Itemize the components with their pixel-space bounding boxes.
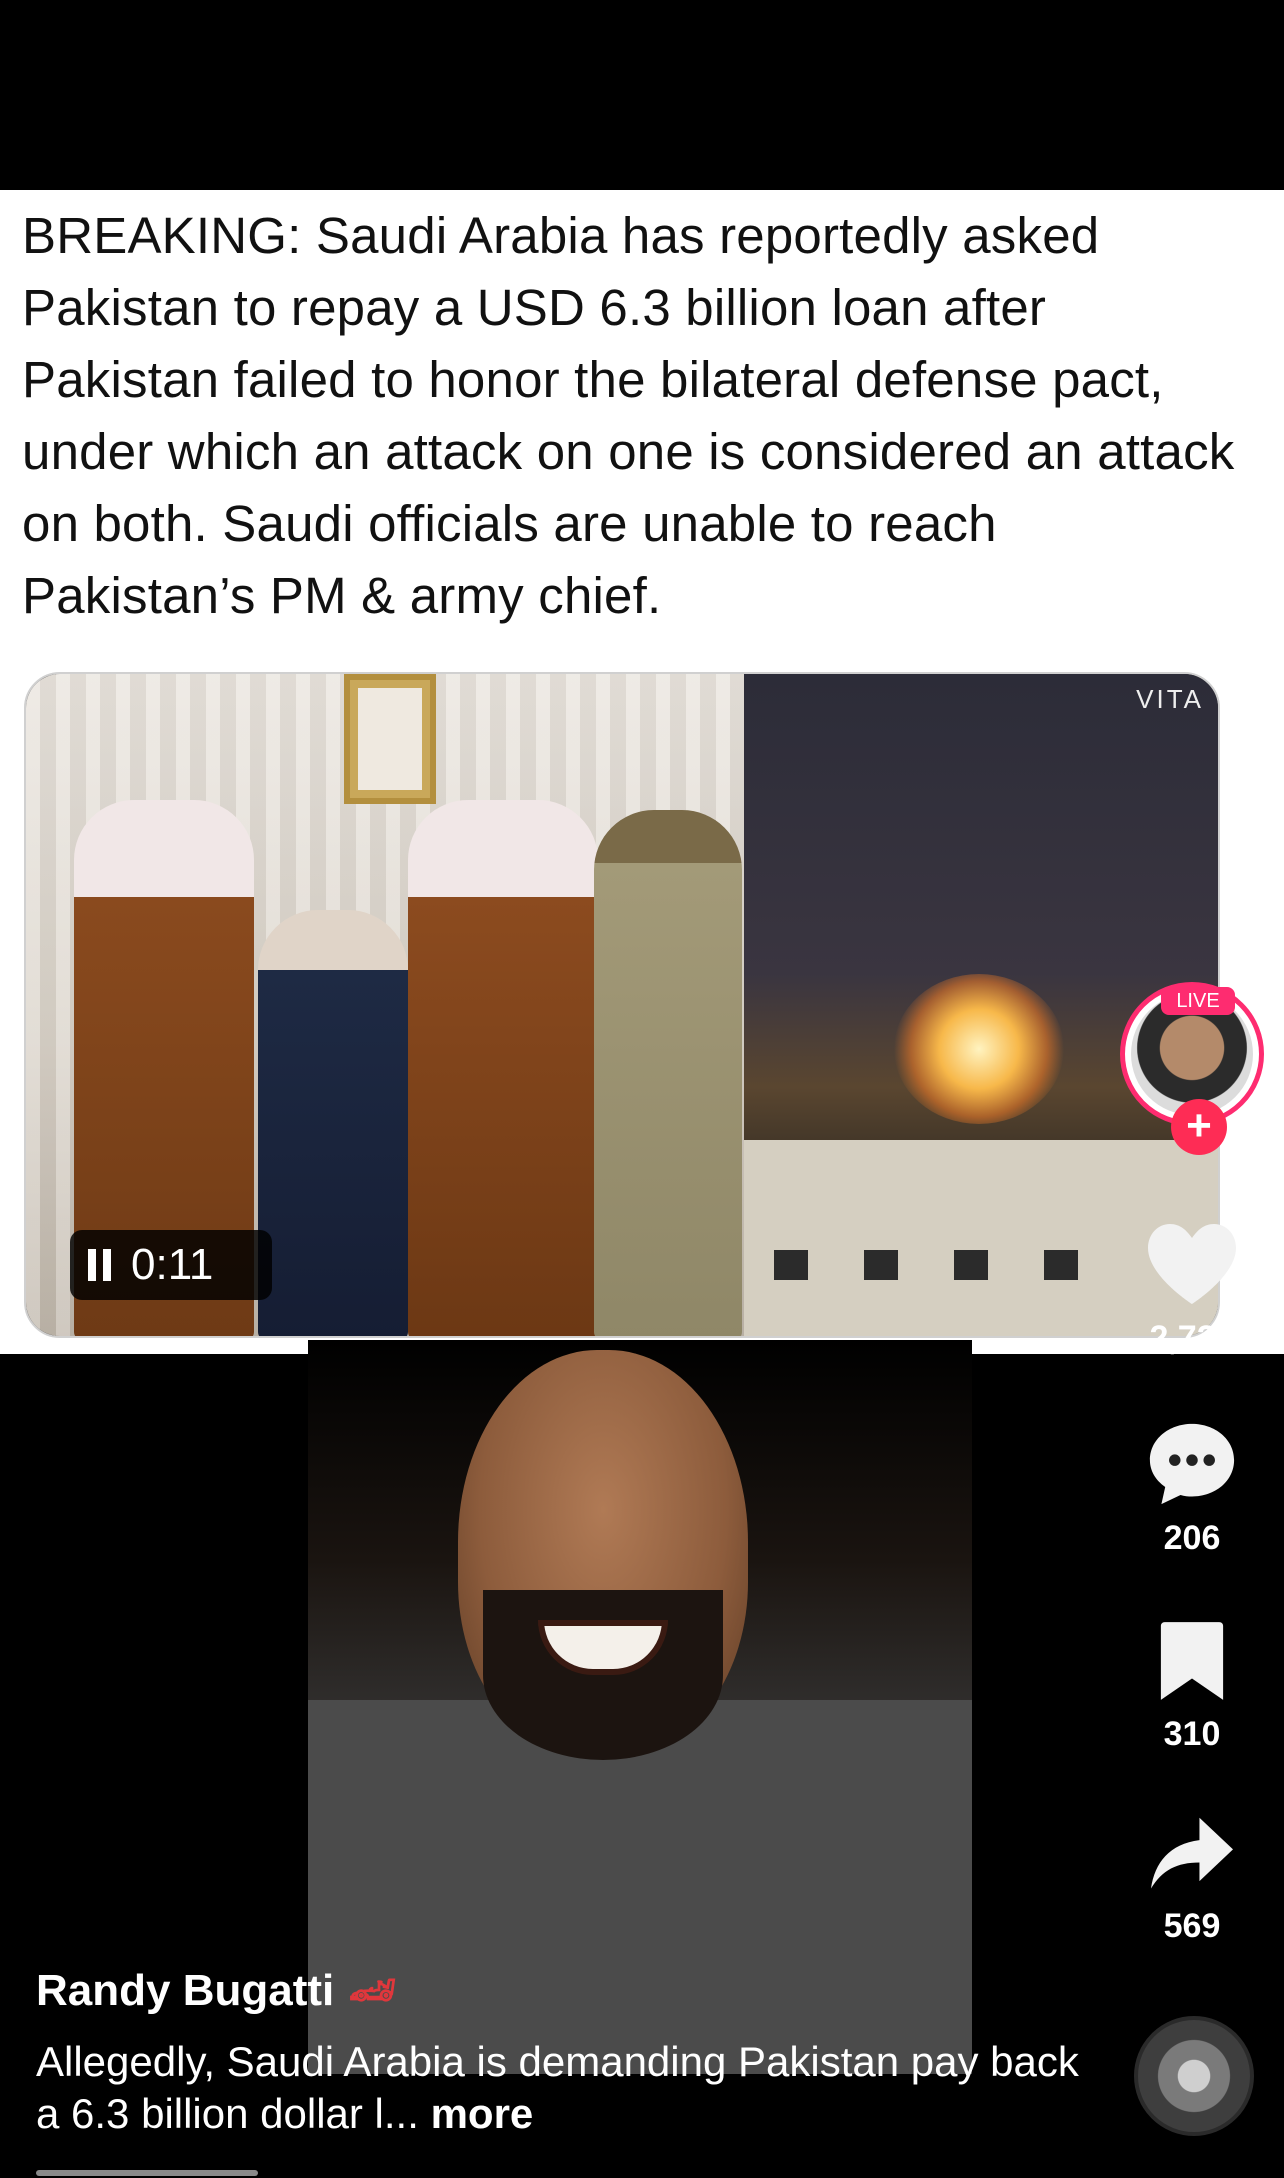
action-rail: LIVE + 2,729 206 310 569 xyxy=(1120,0,1264,2178)
race-car-icon: 🏎 xyxy=(348,1970,397,2012)
live-badge: LIVE xyxy=(1161,987,1235,1015)
comment-button[interactable]: 206 xyxy=(1120,1420,1264,1558)
bookmark-icon xyxy=(1160,1622,1224,1700)
creator-avatar-live[interactable]: LIVE + xyxy=(1120,982,1264,1155)
video-time: 0:11 xyxy=(131,1240,214,1289)
username-text: Randy Bugatti xyxy=(36,1966,335,2015)
post-text: BREAKING: Saudi Arabia has reportedly as… xyxy=(22,207,1235,624)
framed-portrait xyxy=(344,674,436,804)
heart-icon xyxy=(1148,1224,1236,1304)
bookmark-button[interactable]: 310 xyxy=(1120,1618,1264,1754)
creator-beard xyxy=(483,1590,723,1760)
caption-text: Allegedly, Saudi Arabia is demanding Pak… xyxy=(36,2038,1079,2137)
share-icon xyxy=(1151,1817,1233,1889)
playback-progress-bar[interactable] xyxy=(36,2170,258,2176)
person-figure xyxy=(594,810,742,1336)
more-link[interactable]: more xyxy=(431,2090,534,2137)
embedded-post-card: BREAKING: Saudi Arabia has reportedly as… xyxy=(0,190,1284,1354)
top-bar xyxy=(0,0,1284,190)
explosion-glow xyxy=(894,974,1064,1124)
share-button[interactable]: 569 xyxy=(1120,1814,1264,1946)
follow-button[interactable]: + xyxy=(1171,1099,1227,1155)
person-figure xyxy=(408,800,598,1336)
pause-icon[interactable] xyxy=(88,1249,111,1281)
creator-username[interactable]: Randy Bugatti 🏎 xyxy=(36,1966,1096,2016)
music-disc-icon[interactable] xyxy=(1134,2016,1254,2136)
like-count: 2,729 xyxy=(1149,1319,1235,1357)
caption-area: Randy Bugatti 🏎 Allegedly, Saudi Arabia … xyxy=(36,1966,1096,2140)
plus-icon: + xyxy=(1186,1101,1212,1150)
creator-video[interactable] xyxy=(308,1340,972,2074)
video-timer[interactable]: 0:11 xyxy=(70,1230,272,1300)
comment-count: 206 xyxy=(1163,1519,1221,1557)
like-button[interactable]: 2,729 xyxy=(1120,1220,1264,1358)
bookmark-count: 310 xyxy=(1163,1715,1221,1753)
comment-icon xyxy=(1149,1423,1235,1505)
share-count: 569 xyxy=(1163,1907,1221,1945)
video-caption[interactable]: Allegedly, Saudi Arabia is demanding Pak… xyxy=(36,2036,1096,2140)
person-figure xyxy=(258,910,408,1336)
post-video[interactable]: VITA 0:11 xyxy=(24,672,1220,1338)
